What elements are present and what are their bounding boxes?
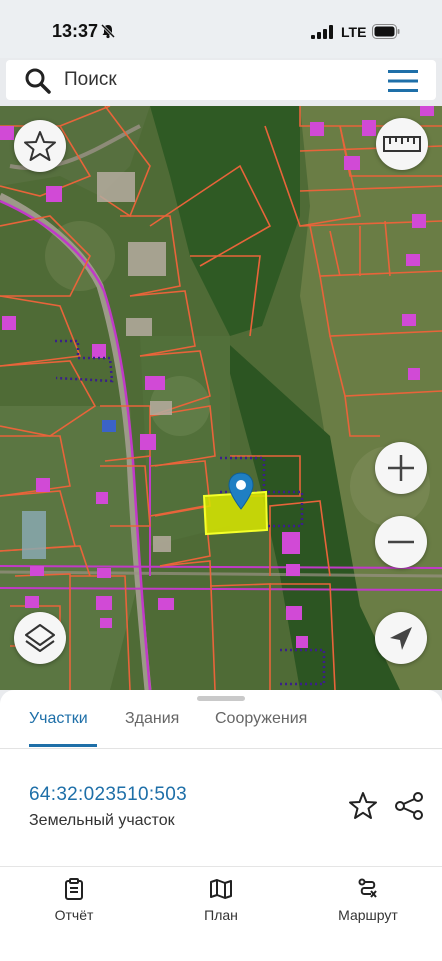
status-time: 13:37: [52, 21, 99, 41]
battery-icon: [372, 24, 400, 39]
star-icon[interactable]: [348, 791, 378, 821]
tab-buildings[interactable]: Здания: [125, 710, 179, 728]
my-location-button[interactable]: [375, 612, 427, 664]
bottom-navigation: Отчёт План Маршрут: [0, 866, 442, 961]
parcel-info-sheet: Участки Здания Сооружения 64:32:023510:5…: [0, 690, 442, 866]
nav-plan-label: План: [204, 907, 238, 923]
signal-icon: [311, 25, 333, 39]
layers-icon: [25, 624, 55, 652]
favorites-button[interactable]: [14, 120, 66, 172]
tab-parcels[interactable]: Участки: [29, 710, 88, 728]
minus-icon: [388, 540, 414, 544]
nav-plan[interactable]: План: [161, 867, 281, 937]
nav-route[interactable]: Маршрут: [308, 867, 428, 937]
hamburger-menu-icon[interactable]: [386, 67, 420, 95]
layers-button[interactable]: [14, 612, 66, 664]
parcel-type: Земельный участок: [29, 812, 175, 829]
zoom-out-button[interactable]: [375, 516, 427, 568]
tab-structures[interactable]: Сооружения: [215, 710, 307, 728]
search-bar[interactable]: Поиск: [6, 60, 436, 100]
satellite-map[interactable]: [0, 106, 442, 690]
sheet-drag-handle[interactable]: [197, 696, 245, 701]
share-icon[interactable]: [394, 791, 424, 821]
location-pin-icon: [228, 472, 254, 510]
bell-muted-icon: [100, 23, 116, 39]
zoom-in-button[interactable]: [375, 442, 427, 494]
nav-route-label: Маршрут: [338, 907, 398, 923]
route-icon: [358, 878, 377, 898]
cadastral-number[interactable]: 64:32:023510:503: [29, 784, 187, 806]
active-tab-indicator: [29, 744, 97, 747]
measure-button[interactable]: [376, 118, 428, 170]
nav-report[interactable]: Отчёт: [14, 867, 134, 937]
ruler-icon: [383, 136, 421, 152]
network-type: LTE: [341, 24, 367, 40]
status-bar: 13:37 LTE: [0, 0, 442, 58]
map-view[interactable]: [0, 106, 442, 690]
nav-report-label: Отчёт: [54, 907, 94, 923]
search-icon[interactable]: [24, 67, 52, 95]
plus-icon: [388, 455, 414, 481]
map-icon: [210, 879, 232, 899]
search-input[interactable]: Поиск: [64, 69, 117, 91]
navigation-arrow-icon: [390, 627, 412, 650]
tab-divider: [0, 748, 442, 749]
clipboard-icon: [65, 878, 83, 900]
star-outline-icon: [24, 131, 56, 161]
